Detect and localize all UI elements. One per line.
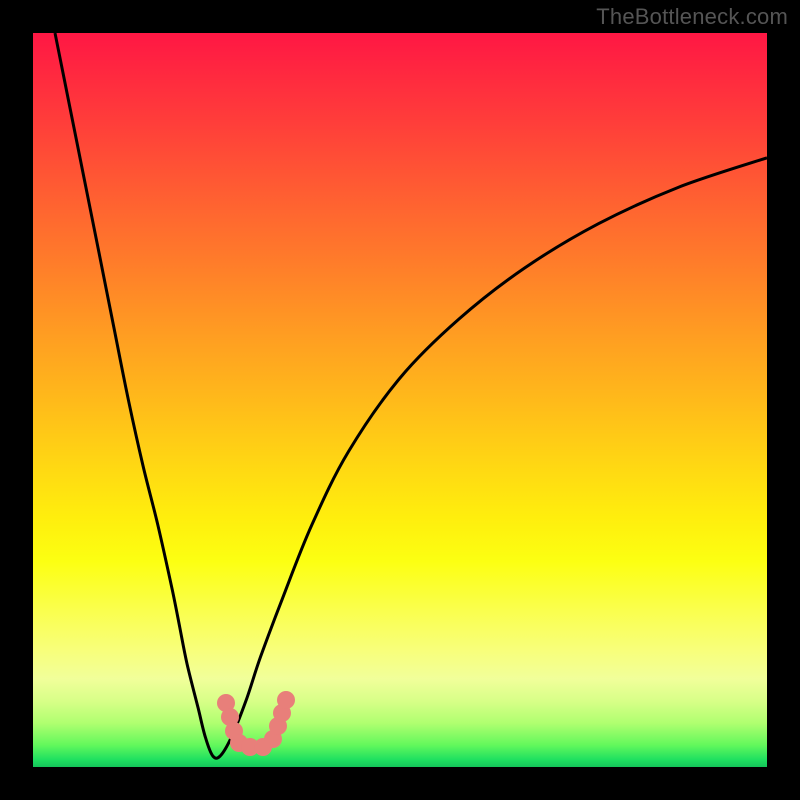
chart-overlay [33, 33, 767, 767]
watermark-text: TheBottleneck.com [596, 4, 788, 30]
bottleneck-curve [55, 33, 767, 758]
chart-frame: TheBottleneck.com [0, 0, 800, 800]
ideal-zone-dot [277, 691, 295, 709]
ideal-zone-markers [217, 691, 295, 756]
